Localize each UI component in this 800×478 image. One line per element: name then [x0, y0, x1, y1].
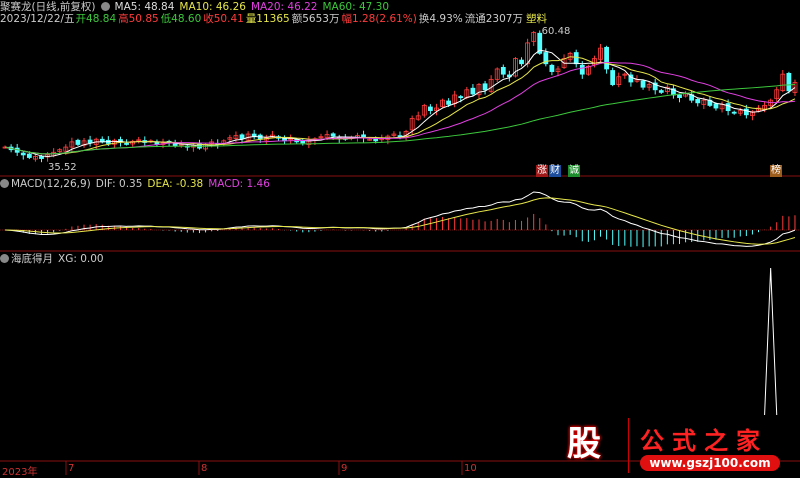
dropdown-icon[interactable] — [0, 254, 9, 263]
candle-body — [519, 59, 524, 65]
ma60-line — [4, 83, 796, 155]
ma20-value: MA20: 46.22 — [250, 1, 318, 13]
high: 高50.85 — [118, 13, 159, 25]
candle-body — [20, 152, 26, 156]
candle-body — [87, 139, 93, 144]
watermark-logo: 股 公式之家 www.gszj100.com — [558, 418, 798, 473]
candle-body — [549, 64, 555, 72]
candle-body — [731, 111, 737, 114]
badge-cheng[interactable]: 诚 — [568, 165, 580, 177]
candle-body — [573, 52, 579, 65]
macd-title: MACD(12,26,9) — [11, 178, 91, 190]
macd-header: MACD(12,26,9) DIF: 0.35 DEA: -0.38 MACD: 1.… — [0, 178, 275, 190]
candle-body — [610, 70, 616, 85]
logo-name: 公式之家 — [640, 427, 768, 455]
dif-line — [5, 191, 796, 247]
xg-value: XG: 0.00 — [58, 253, 104, 265]
candle-body — [427, 106, 433, 112]
time-ticks — [65, 461, 463, 475]
float-shares: 流通2307万 — [464, 13, 523, 25]
header-row-1: 聚赛龙(日线,前复权) MA5: 48.84 MA10: 46.26 MA20: 46… — [0, 1, 394, 13]
dropdown-icon[interactable] — [100, 2, 110, 11]
candle-body — [330, 133, 336, 137]
amount: 额5653万 — [291, 13, 340, 25]
candle-body — [124, 143, 129, 145]
low-price-label: 35.52 — [48, 162, 77, 173]
candle-body — [640, 80, 646, 88]
badge-cai[interactable]: 财 — [549, 165, 561, 177]
candle-body — [500, 66, 506, 75]
candle-body — [482, 83, 488, 91]
time-label: 9 — [341, 463, 348, 474]
stock-name: 聚赛龙(日线,前复权) — [0, 1, 96, 13]
chart-canvas[interactable]: 60.48 35.52 — [0, 0, 800, 475]
candle-body — [373, 138, 379, 142]
xg-series — [764, 267, 778, 416]
candle-body — [604, 46, 609, 70]
ma20-line — [4, 61, 796, 155]
time-label: 10 — [464, 463, 477, 474]
logo-mark: 股 — [567, 424, 601, 464]
dea-value: DEA: -0.38 — [147, 178, 204, 190]
indicator-title: 海底得月 — [11, 253, 53, 265]
candle-body — [579, 64, 585, 75]
candle-body — [446, 100, 452, 105]
ma5-value: MA5: 48.84 — [114, 1, 175, 13]
candle-body — [470, 87, 476, 95]
badge-zhang[interactable]: 涨 — [536, 165, 548, 177]
candle-body — [713, 103, 719, 109]
candle-body — [658, 90, 664, 93]
dif-value: DIF: 0.35 — [95, 178, 143, 190]
candle-body — [695, 99, 701, 104]
time-label: 7 — [68, 463, 75, 474]
candle-body — [458, 96, 464, 99]
header-row-2: 2023/12/22/五开48.84 高50.85 低48.60 收50.41 量113… — [0, 13, 552, 25]
time-label: 8 — [201, 463, 208, 474]
moving-averages — [4, 49, 796, 157]
candle-body — [677, 94, 682, 99]
turnover: 换4.93% — [418, 13, 463, 25]
ma60-value: MA60: 47.30 — [322, 1, 390, 13]
indicator-header: 海底得月 XG: 0.00 — [0, 253, 109, 265]
open: 开48.84 — [75, 13, 117, 25]
candle-body — [26, 153, 32, 158]
candle-body — [239, 134, 245, 140]
volume: 量11365 — [245, 13, 290, 25]
high-price-label: 60.48 — [542, 26, 571, 37]
ma10-line — [4, 56, 796, 155]
sector[interactable]: 塑料 — [526, 13, 547, 25]
macd-series — [5, 191, 796, 248]
candle-body — [725, 103, 731, 112]
dropdown-icon[interactable] — [0, 179, 9, 188]
ma5-line — [4, 49, 796, 157]
low: 低48.60 — [160, 13, 202, 25]
candle-body — [75, 139, 81, 145]
ma10-value: MA10: 46.26 — [179, 1, 246, 13]
badge-bang[interactable]: 榜 — [770, 165, 782, 177]
candle-body — [786, 72, 792, 92]
date: 2023/12/22/五 — [0, 13, 75, 25]
time-label: 2023年 — [2, 467, 38, 478]
logo-url: www.gszj100.com — [640, 455, 780, 471]
candle-body — [39, 156, 44, 159]
xg-signal-line — [764, 267, 778, 416]
candle-body — [300, 140, 306, 144]
change: 幅1.28(2.61%) — [341, 13, 417, 25]
close: 收50.41 — [203, 13, 244, 25]
macd-value: MACD: 1.46 — [208, 178, 270, 190]
